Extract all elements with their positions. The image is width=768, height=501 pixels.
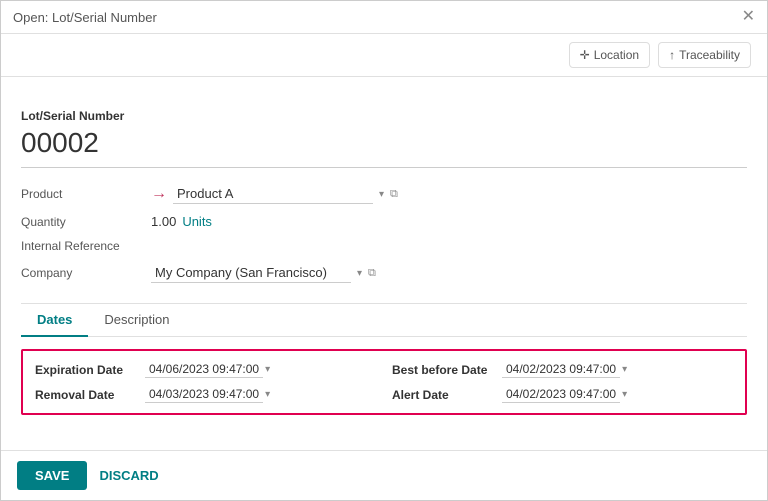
expiration-date-label: Expiration Date: [35, 363, 145, 377]
best-before-value: 04/02/2023 09:47:00: [502, 361, 620, 378]
traceability-button[interactable]: ↑ Traceability: [658, 42, 751, 68]
best-before-value-wrap: 04/02/2023 09:47:00 ▾: [502, 361, 627, 378]
product-dropdown-icon: ▾: [379, 189, 384, 200]
form-fields: Product → Product A ▾ ⧉ Quantity 1.00 Un…: [21, 184, 747, 283]
company-external-link-icon[interactable]: ⧉: [368, 267, 376, 280]
company-label: Company: [21, 266, 151, 280]
quantity-number: 1.00: [151, 214, 176, 229]
best-before-label: Best before Date: [392, 363, 502, 377]
best-before-dropdown-icon[interactable]: ▾: [622, 364, 627, 375]
quantity-row: Quantity 1.00 Units: [21, 214, 747, 229]
product-value: → Product A ▾ ⧉: [151, 184, 747, 204]
alert-date-dropdown-icon[interactable]: ▾: [622, 389, 627, 400]
save-button[interactable]: SAVE: [17, 461, 87, 490]
alert-date-label: Alert Date: [392, 388, 502, 402]
discard-button[interactable]: DISCARD: [99, 468, 158, 483]
units-link[interactable]: Units: [182, 214, 212, 229]
company-select[interactable]: My Company (San Francisco): [151, 263, 351, 283]
product-row: Product → Product A ▾ ⧉: [21, 184, 747, 204]
close-button[interactable]: ✕: [742, 9, 755, 25]
alert-date-value: 04/02/2023 09:47:00: [502, 386, 620, 403]
expiration-date-row: Expiration Date 04/06/2023 09:47:00 ▾: [35, 361, 376, 378]
alert-date-value-wrap: 04/02/2023 09:47:00 ▾: [502, 386, 627, 403]
title-bar: Open: Lot/Serial Number ✕: [1, 1, 767, 34]
internal-ref-row: Internal Reference: [21, 239, 747, 253]
location-icon: ✛: [580, 48, 590, 62]
dates-right-col: Best before Date 04/02/2023 09:47:00 ▾ A…: [384, 361, 733, 403]
expiration-date-dropdown-icon[interactable]: ▾: [265, 364, 270, 375]
product-arrow-icon: →: [151, 185, 167, 203]
tabs-section: Dates Description Expiration Date 04/06/…: [21, 303, 747, 427]
footer: SAVE DISCARD: [1, 450, 767, 500]
tab-dates-content: Expiration Date 04/06/2023 09:47:00 ▾ Re…: [21, 337, 747, 427]
quantity-label: Quantity: [21, 215, 151, 229]
company-row: Company My Company (San Francisco) ▾ ⧉: [21, 263, 747, 283]
removal-date-row: Removal Date 04/03/2023 09:47:00 ▾: [35, 386, 376, 403]
content-area: Lot/Serial Number 00002 Product → Produc…: [1, 77, 767, 450]
main-window: Open: Lot/Serial Number ✕ ✛ Location ↑ T…: [0, 0, 768, 501]
alert-date-row: Alert Date 04/02/2023 09:47:00 ▾: [392, 386, 733, 403]
traceability-label: Traceability: [679, 48, 740, 62]
company-value: My Company (San Francisco) ▾ ⧉: [151, 263, 747, 283]
tab-description[interactable]: Description: [88, 304, 185, 337]
toolbar: ✛ Location ↑ Traceability: [1, 34, 767, 77]
removal-date-dropdown-icon[interactable]: ▾: [265, 389, 270, 400]
location-button[interactable]: ✛ Location: [569, 42, 650, 68]
internal-ref-label: Internal Reference: [21, 239, 151, 253]
product-external-link-icon[interactable]: ⧉: [390, 188, 398, 201]
tab-dates[interactable]: Dates: [21, 304, 88, 337]
expiration-date-value: 04/06/2023 09:47:00: [145, 361, 263, 378]
lot-number: 00002: [21, 127, 747, 168]
quantity-value: 1.00 Units: [151, 214, 747, 229]
removal-date-value-wrap: 04/03/2023 09:47:00 ▾: [145, 386, 270, 403]
lot-label: Lot/Serial Number: [21, 109, 747, 123]
best-before-row: Best before Date 04/02/2023 09:47:00 ▾: [392, 361, 733, 378]
expiration-date-value-wrap: 04/06/2023 09:47:00 ▾: [145, 361, 270, 378]
window-title: Open: Lot/Serial Number: [13, 10, 157, 25]
company-dropdown-icon: ▾: [357, 268, 362, 279]
product-label: Product: [21, 187, 151, 201]
removal-date-value: 04/03/2023 09:47:00: [145, 386, 263, 403]
removal-date-label: Removal Date: [35, 388, 145, 402]
lot-section: Lot/Serial Number 00002: [21, 109, 747, 168]
traceability-icon: ↑: [669, 48, 675, 62]
product-select[interactable]: Product A: [173, 184, 373, 204]
dates-grid: Expiration Date 04/06/2023 09:47:00 ▾ Re…: [21, 349, 747, 415]
tabs-header: Dates Description: [21, 304, 747, 337]
location-label: Location: [594, 48, 639, 62]
dates-left-col: Expiration Date 04/06/2023 09:47:00 ▾ Re…: [35, 361, 384, 403]
